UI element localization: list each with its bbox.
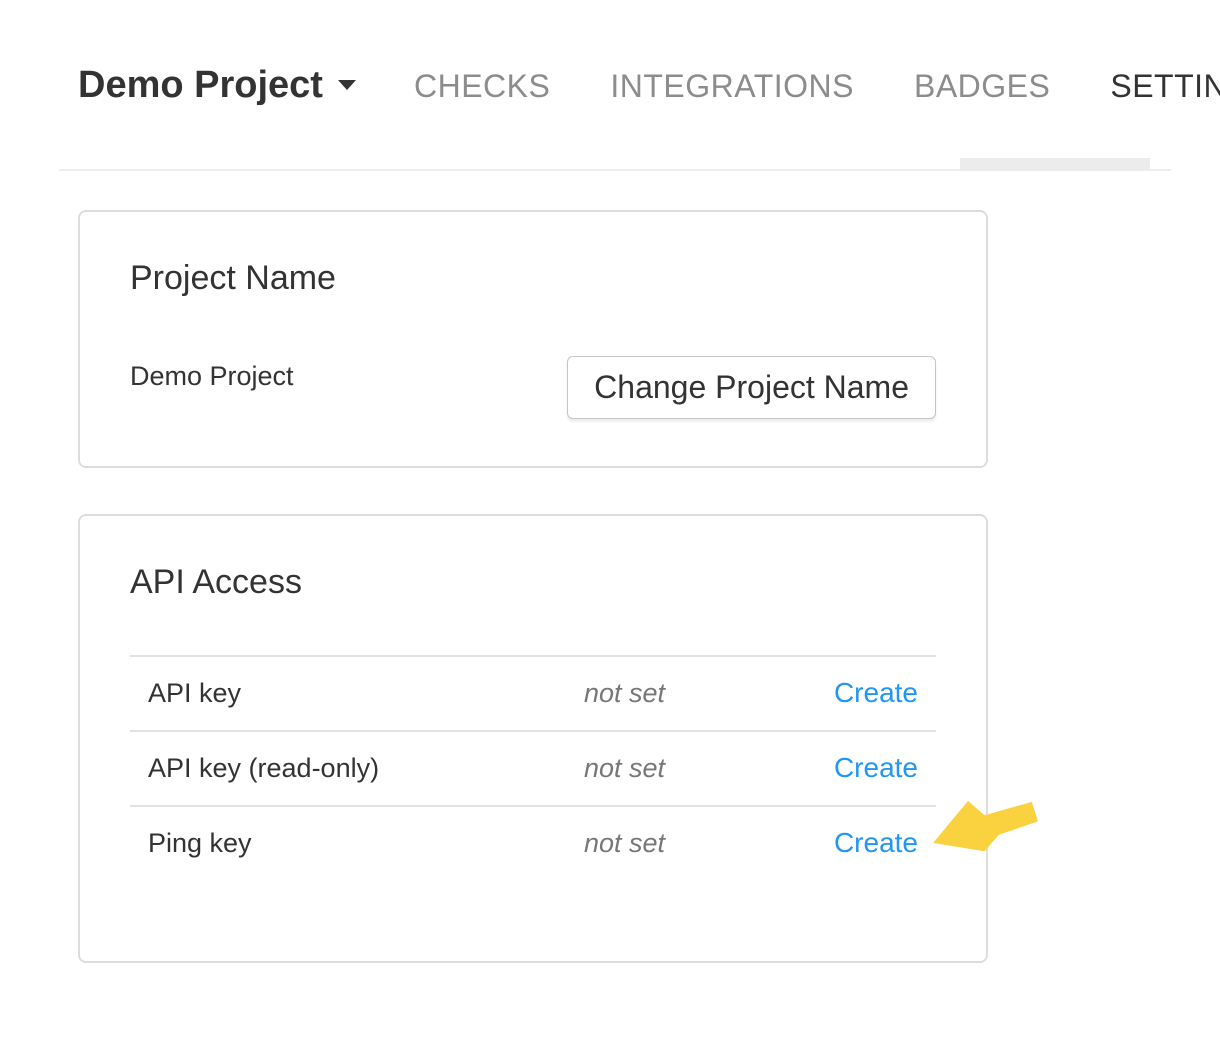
api-access-card-title: API Access: [130, 516, 936, 603]
row-label: Ping key: [130, 828, 584, 859]
project-name-card: Project Name Demo Project Change Project…: [78, 210, 988, 468]
api-keys-table: API key not set Create API key (read-onl…: [130, 655, 936, 880]
table-row-api-key: API key not set Create: [130, 655, 936, 730]
tab-integrations[interactable]: INTEGRATIONS: [610, 70, 854, 102]
change-project-name-button[interactable]: Change Project Name: [567, 356, 936, 419]
caret-down-icon: [338, 80, 356, 90]
api-access-card: API Access API key not set Create API ke…: [78, 514, 988, 963]
settings-page: Demo Project CHECKS INTEGRATIONS BADGES …: [0, 0, 1220, 1059]
current-project-name: Demo Project: [130, 360, 294, 392]
row-value: not set: [584, 678, 834, 709]
nav-tabs: CHECKS INTEGRATIONS BADGES SETTINGS: [414, 70, 1220, 102]
tab-settings[interactable]: SETTINGS: [1110, 70, 1220, 102]
create-ping-key-link[interactable]: Create: [834, 827, 936, 859]
project-name-card-title: Project Name: [130, 212, 936, 299]
create-api-key-link[interactable]: Create: [834, 677, 936, 709]
row-label: API key: [130, 678, 584, 709]
row-label: API key (read-only): [130, 753, 584, 784]
row-value: not set: [584, 828, 834, 859]
project-name-title: Demo Project: [78, 66, 323, 104]
tab-checks[interactable]: CHECKS: [414, 70, 550, 102]
top-navigation: Demo Project CHECKS INTEGRATIONS BADGES …: [59, 0, 1171, 171]
project-switcher-dropdown[interactable]: Demo Project: [78, 66, 356, 104]
row-value: not set: [584, 753, 834, 784]
tab-badges[interactable]: BADGES: [914, 70, 1050, 102]
table-row-api-key-read-only: API key (read-only) not set Create: [130, 730, 936, 805]
active-tab-indicator: [960, 158, 1150, 171]
table-row-ping-key: Ping key not set Create: [130, 805, 936, 880]
create-read-only-api-key-link[interactable]: Create: [834, 752, 936, 784]
